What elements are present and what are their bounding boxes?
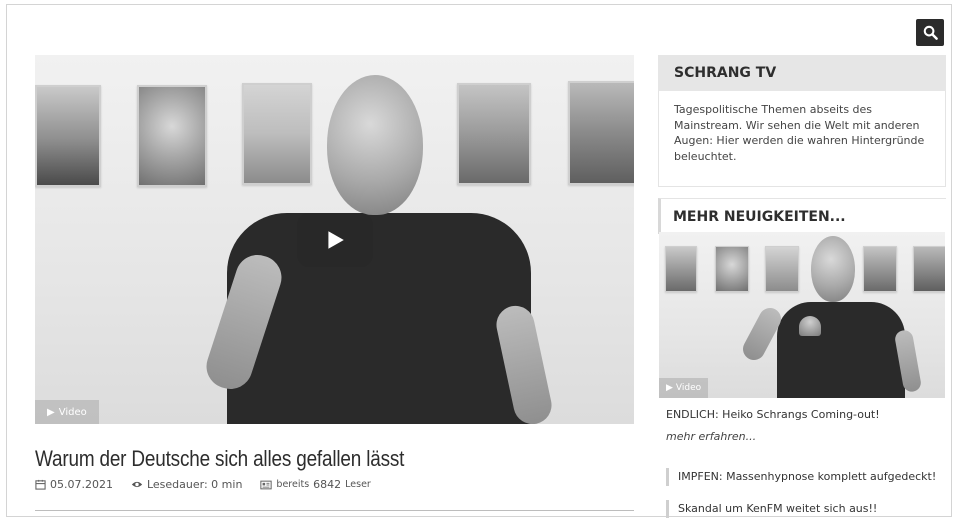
more-link[interactable]: mehr erfahren...: [666, 430, 756, 443]
readers-count: 6842: [313, 478, 342, 491]
play-button[interactable]: [297, 213, 373, 267]
play-icon: [328, 231, 344, 249]
newspaper-icon: [260, 480, 273, 489]
poster-image: [568, 81, 634, 185]
presenter-body: [227, 213, 531, 424]
news-list-item[interactable]: Skandal um KenFM weitet sich aus!!: [666, 500, 946, 518]
sidebar-heading: SCHRANG TV: [658, 55, 946, 91]
meta-date: 05.07.2021: [35, 478, 113, 491]
calendar-icon: [35, 479, 46, 490]
poster-image: [35, 85, 101, 187]
bell-icon: [799, 316, 821, 336]
news-list-item[interactable]: IMPFEN: Massenhypnose komplett aufgedeck…: [666, 468, 946, 486]
play-small-icon: ▶: [47, 406, 55, 418]
poster-image: [665, 246, 697, 292]
poster-image: [715, 246, 749, 292]
eye-icon: [131, 481, 143, 488]
presenter-head: [327, 75, 423, 215]
search-icon: [923, 25, 938, 40]
poster-image: [137, 85, 207, 187]
poster-image: [863, 246, 897, 292]
sidebar-heading-text: SCHRANG TV: [674, 65, 777, 81]
poster-image: [457, 83, 531, 185]
date-text: 05.07.2021: [50, 478, 113, 491]
video-badge-label: Video: [58, 406, 87, 418]
news-thumbnail[interactable]: ▶ Video: [659, 232, 945, 398]
main-video-player[interactable]: ▶ Video: [35, 55, 634, 424]
meta-readers: bereits 6842 Leser: [260, 478, 371, 491]
thumb-video-badge: ▶ Video: [659, 378, 709, 398]
news-heading: MEHR NEUIGKEITEN...: [658, 198, 946, 234]
reading-time-text: Lesedauer: 0 min: [146, 478, 243, 491]
readers-suffix: Leser: [345, 479, 371, 490]
presenter-body: [777, 302, 905, 398]
thumb-badge-label: Video: [675, 383, 702, 393]
article-meta: 05.07.2021 Lesedauer: 0 min bereits 6842…: [35, 478, 389, 491]
presenter-head: [811, 236, 855, 302]
meta-reading-time: Lesedauer: 0 min: [131, 478, 242, 491]
news-heading-text: MEHR NEUIGKEITEN...: [673, 208, 846, 225]
divider: [35, 510, 634, 511]
search-button[interactable]: [916, 19, 944, 46]
sidebar-description: Tagespolitische Themen abseits des Mains…: [674, 103, 925, 163]
poster-image: [765, 246, 799, 292]
feature-article-link[interactable]: ENDLICH: Heiko Schrangs Coming-out!: [666, 408, 880, 421]
article-title[interactable]: Warum der Deutsche sich alles gefallen l…: [35, 446, 404, 472]
video-badge: ▶ Video: [35, 400, 99, 424]
poster-image: [913, 246, 945, 292]
readers-prefix: bereits: [276, 479, 310, 490]
poster-image: [242, 83, 312, 185]
play-small-icon: ▶: [666, 383, 673, 393]
